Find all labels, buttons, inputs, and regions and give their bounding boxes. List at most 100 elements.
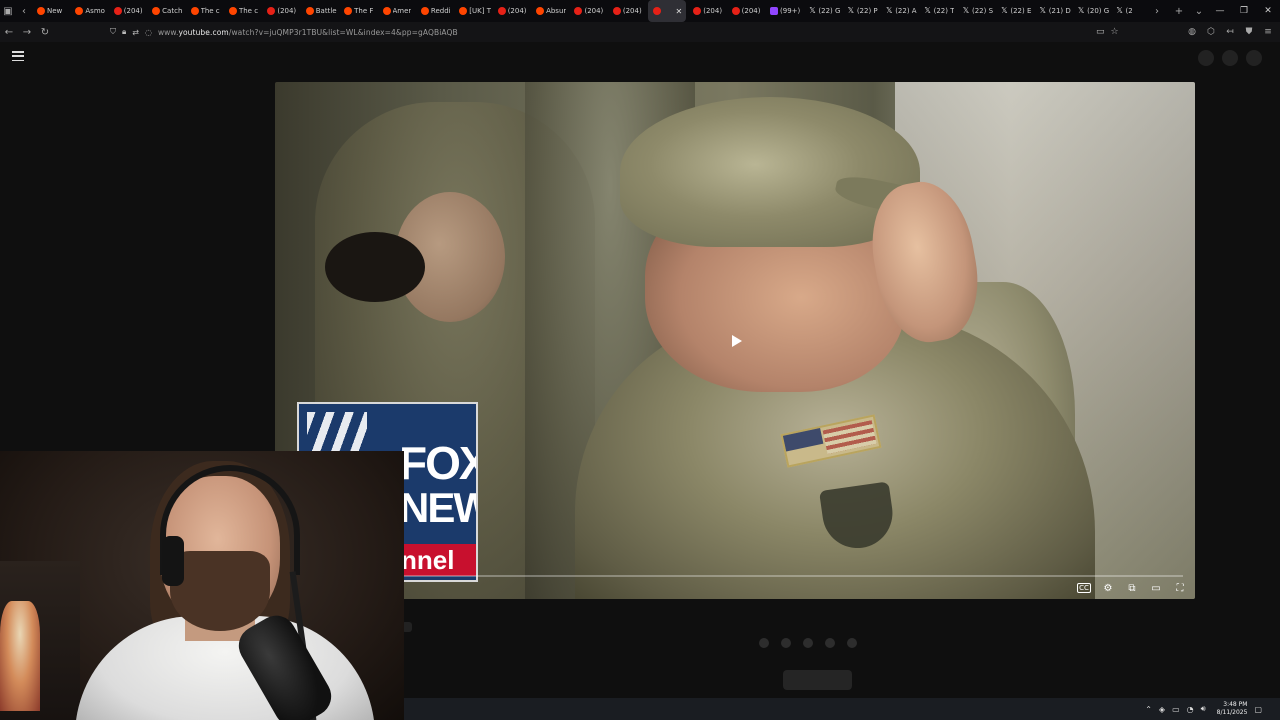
address-bar-actions: ▭ ☆ [1096, 22, 1119, 42]
tab-title: New [47, 7, 63, 15]
tab-overview-icon[interactable]: ▣ [0, 3, 16, 19]
youtube-icon [497, 7, 506, 15]
video-progress-bar[interactable] [287, 575, 1183, 577]
reddit-icon [305, 7, 314, 15]
carousel-dot[interactable] [803, 638, 813, 648]
play-icon[interactable] [723, 330, 751, 352]
browser-tab[interactable]: (99+) [765, 0, 803, 22]
browser-tab[interactable]: Catch [147, 0, 185, 22]
taskbar-clock[interactable]: 3:48 PM 8/11/2025 [1217, 701, 1248, 717]
toolbar-extensions: ◍ ⬡ ↤ ⛊ ≡ [1186, 22, 1274, 42]
browser-tab[interactable]: Reddi [416, 0, 454, 22]
minimize-icon[interactable]: — [1208, 6, 1232, 16]
carousel-dot[interactable] [759, 638, 769, 648]
browser-tab[interactable]: Amer [378, 0, 416, 22]
tab-title: (204) [741, 7, 761, 15]
browser-tab[interactable]: (204) [688, 0, 726, 22]
browser-tab[interactable]: 𝕏 (22) S [957, 0, 995, 22]
tabs-scroll-left-icon[interactable]: ‹ [16, 3, 32, 19]
extensions-icon[interactable]: ⬡ [1205, 27, 1217, 37]
masthead-button-placeholder[interactable] [1222, 50, 1238, 66]
back-icon[interactable]: ← [0, 27, 18, 38]
browser-tab[interactable]: (204) [727, 0, 765, 22]
notifications-icon[interactable]: ▢ [1254, 705, 1262, 714]
restore-icon[interactable]: ❐ [1232, 6, 1256, 16]
reddit-icon [75, 7, 84, 15]
browser-tab[interactable]: Battle [301, 0, 339, 22]
browser-tab[interactable]: 𝕏 (22) G [803, 0, 841, 22]
extension-shield-icon[interactable]: ⛊ [1243, 27, 1255, 37]
browser-tab[interactable]: (204) [262, 0, 300, 22]
carousel-dot[interactable] [781, 638, 791, 648]
extension-arrow-icon[interactable]: ↤ [1224, 27, 1236, 37]
url-text[interactable]: www.youtube.com/watch?v=juQMP3r1TBU&list… [158, 28, 458, 37]
browser-tab[interactable]: (204) [493, 0, 531, 22]
carousel-dot[interactable] [847, 638, 857, 648]
browser-tab[interactable]: 𝕏 (20) G [1072, 0, 1110, 22]
subtitles-icon[interactable]: CC [1077, 583, 1091, 593]
x-icon: 𝕏 [1001, 6, 1008, 15]
tab-title: (21) D [1048, 7, 1071, 15]
lock-icon[interactable]: 🔒︎ [122, 27, 126, 37]
url-path: /watch?v=juQMP3r1TBU&list=WL&index=4&pp=… [228, 27, 458, 37]
tab-title: (204) [622, 7, 642, 15]
youtube-icon [574, 7, 583, 15]
new-tab-icon[interactable]: + [1171, 3, 1187, 19]
player-controls-right: CC ⚙ ⧉ ▭ ⛶ [1077, 579, 1187, 597]
reload-icon[interactable]: ↻ [36, 27, 54, 38]
tab-title: (204) [277, 7, 297, 15]
shield-icon[interactable]: ⛉ [110, 27, 116, 37]
browser-tab[interactable]: Asmo [70, 0, 108, 22]
browser-tab[interactable]: New [32, 0, 70, 22]
browser-tab[interactable]: (204) [109, 0, 147, 22]
browser-tab[interactable]: (204) [569, 0, 607, 22]
network-icon[interactable]: ▭ [1172, 705, 1180, 714]
video-player[interactable]: FOX NEWS nnel CC ⚙ ⧉ ▭ ⛶ [275, 82, 1195, 599]
carousel-dot[interactable] [825, 638, 835, 648]
tab-list-dropdown-icon[interactable]: ⌄ [1191, 3, 1207, 19]
reddit-icon [536, 7, 545, 15]
volume-icon[interactable]: 🔊︎ [1201, 704, 1206, 714]
tab-title: (22) E [1010, 7, 1032, 15]
system-tray: ⌃ ◈ ▭ ◔ 🔊︎ 3:48 PM 8/11/2025 ▢ [1145, 698, 1262, 720]
browser-tab[interactable]: 𝕏 (21) D [1034, 0, 1072, 22]
tray-overflow-icon[interactable]: ⌃ [1145, 705, 1152, 714]
browser-tab[interactable]: 𝕏 (2 [1111, 0, 1149, 22]
browser-tab[interactable]: 𝕏 (22) E [995, 0, 1033, 22]
miniplayer-icon[interactable]: ⧉ [1125, 583, 1139, 594]
browser-tab[interactable]: 𝕏 (22) T [919, 0, 957, 22]
forward-icon[interactable]: → [18, 27, 36, 38]
browser-tab[interactable]: The F [339, 0, 377, 22]
browser-tab[interactable]: The c [224, 0, 262, 22]
browser-tab[interactable]: 𝕏 (22) A [880, 0, 918, 22]
tracking-icon[interactable]: ◌ [145, 28, 152, 37]
masthead-button-placeholder[interactable] [1198, 50, 1214, 66]
browser-tab[interactable]: [UK] T [454, 0, 492, 22]
masthead-button-placeholder[interactable] [1246, 50, 1262, 66]
reddit-icon [382, 7, 391, 15]
tab-title: (99+) [780, 7, 801, 15]
tab-title: (22) T [933, 7, 955, 15]
browser-tab[interactable]: Absur [531, 0, 569, 22]
browser-tab[interactable]: (204) [608, 0, 646, 22]
fullscreen-icon[interactable]: ⛶ [1173, 583, 1187, 594]
browser-tab[interactable]: The c [186, 0, 224, 22]
guide-menu-icon[interactable] [12, 51, 24, 61]
reddit-icon [190, 7, 199, 15]
permissions-icon[interactable]: ⇄ [132, 28, 139, 37]
close-window-icon[interactable]: ✕ [1256, 6, 1280, 16]
bookmark-star-icon[interactable]: ☆ [1111, 27, 1119, 37]
wifi-icon[interactable]: ◔ [1187, 705, 1194, 714]
settings-icon[interactable]: ⚙ [1101, 583, 1115, 594]
menu-icon[interactable]: ≡ [1262, 27, 1274, 37]
tray-app-icon[interactable]: ◈ [1159, 705, 1165, 714]
theater-icon[interactable]: ▭ [1149, 583, 1163, 594]
browser-tab[interactable]: 𝕏 (22) P [842, 0, 880, 22]
tab-active[interactable]: ✕ [648, 0, 687, 22]
account-icon[interactable]: ◍ [1186, 27, 1198, 37]
tabs-scroll-right-icon[interactable]: › [1149, 3, 1165, 19]
x-icon: 𝕏 [1039, 6, 1046, 15]
close-tab-icon[interactable]: ✕ [676, 7, 687, 16]
address-bar[interactable]: ⛉ 🔒︎ ⇄ ◌ www.youtube.com/watch?v=juQMP3r… [110, 24, 458, 40]
screenshot-icon[interactable]: ▭ [1096, 27, 1105, 37]
